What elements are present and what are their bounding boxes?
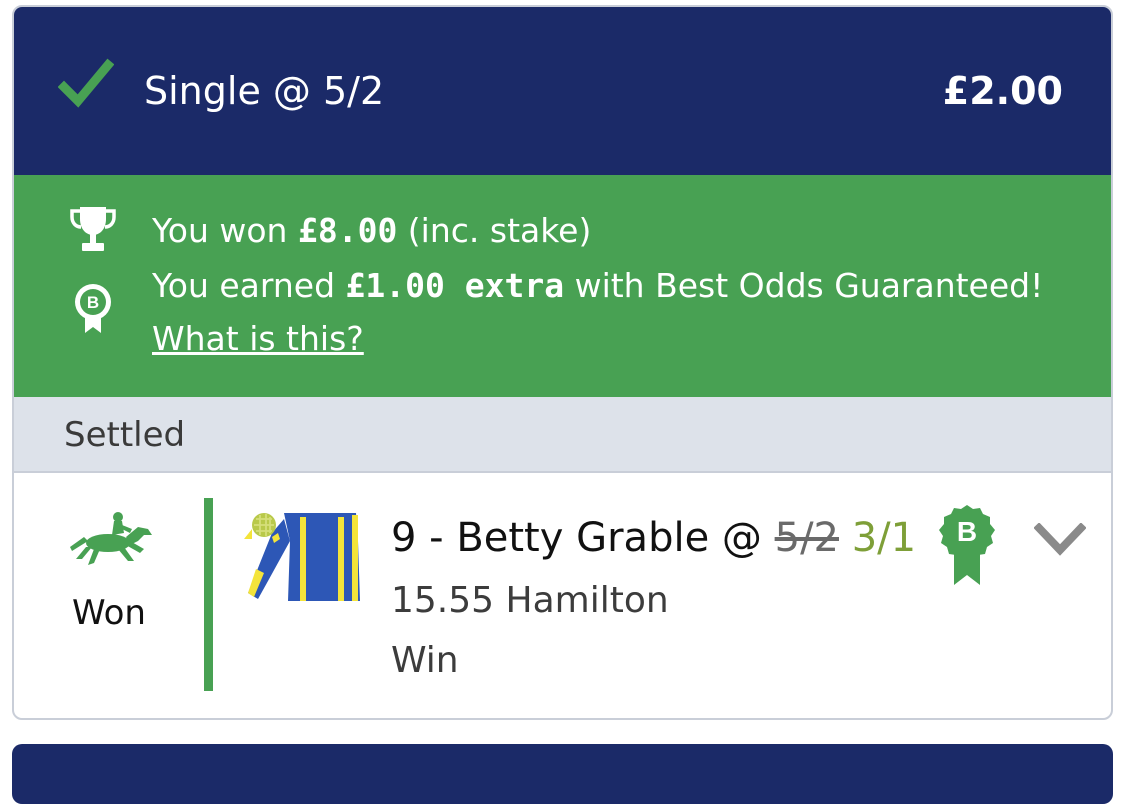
result-status-bar [204, 498, 213, 691]
selection-name: 9 - Betty Grable @ [391, 515, 775, 561]
next-bet-card-header [12, 744, 1113, 804]
bet-type-label: Single @ 5/2 [144, 69, 385, 113]
chevron-down-icon[interactable] [1034, 523, 1086, 557]
won-suffix: (inc. stake) [397, 211, 592, 250]
check-icon [58, 58, 114, 108]
status-label: Settled [64, 415, 186, 455]
bet-header: Single @ 5/2 £2.00 [14, 7, 1111, 175]
earned-suffix: with Best Odds Guaranteed! [564, 266, 1044, 305]
race-info: 15.55 Hamilton [391, 580, 669, 621]
original-price: 5/2 [774, 515, 839, 561]
best-odds-text: You earned £1.00 extra with Best Odds Gu… [152, 266, 1043, 306]
jockey-silks-icon [244, 513, 360, 601]
won-prefix: You won [152, 211, 298, 250]
winnings-banner: B You won £8.00 (inc. stake) You earned … [14, 175, 1111, 397]
racehorse-icon [70, 512, 152, 565]
bet-card: Single @ 5/2 £2.00 B You won £8.00 (inc.… [12, 5, 1113, 720]
best-odds-badge-icon: B [75, 284, 111, 333]
trophy-icon [70, 207, 116, 251]
selection-row: Won 9 - Betty Grable @ 5/2 3/1 15.55 Ham… [14, 473, 1111, 718]
winnings-text: You won £8.00 (inc. stake) [152, 211, 591, 251]
status-bar: Settled [14, 397, 1111, 473]
won-amount: £8.00 [297, 211, 398, 250]
best-odds-badge-icon: B [939, 505, 995, 585]
what-is-this-link[interactable]: What is this? [152, 319, 364, 359]
market-label: Win [391, 640, 459, 681]
badge-letter: B [957, 516, 977, 547]
earned-prefix: You earned [152, 266, 346, 305]
stake-amount: £2.00 [942, 69, 1063, 113]
selection-name-line: 9 - Betty Grable @ 5/2 3/1 [391, 513, 916, 563]
result-label: Won [72, 593, 146, 633]
earned-amount: £1.00 extra [345, 266, 565, 305]
boosted-price: 3/1 [851, 515, 917, 561]
badge-letter: B [87, 293, 99, 312]
